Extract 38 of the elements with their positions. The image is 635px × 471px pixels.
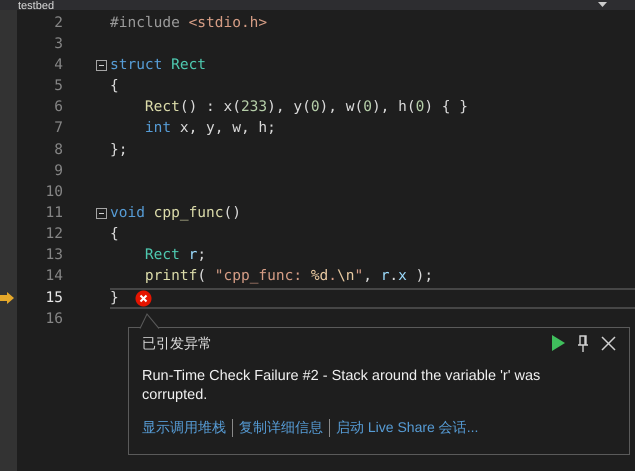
line-number: 6 [53, 98, 63, 118]
code-line: Rect r; [144, 246, 206, 266]
code-line: }; [110, 140, 128, 160]
line-number: 8 [53, 140, 63, 160]
popup-title: 已引发异常 [142, 334, 212, 352]
code-line: void cpp_func() [110, 204, 241, 223]
line-number: 12 [44, 225, 63, 244]
pin-icon[interactable] [577, 334, 589, 352]
collapse-icon[interactable] [96, 208, 107, 220]
line-number: 10 [44, 182, 63, 202]
code-line: int x, y, w, h; [144, 119, 276, 138]
line-number: 4 [53, 56, 63, 75]
code-line: { [110, 225, 119, 244]
exception-message: Run-Time Check Failure #2 - Stack around the variable 'r' was corrupted. [142, 367, 542, 405]
line-number: 11 [44, 204, 63, 223]
code-line: printf( "cpp_func: %d.\n", r.x ); [144, 267, 434, 286]
line-number: 5 [53, 77, 63, 96]
line-number: 15 [44, 288, 63, 308]
code-line: { [110, 77, 119, 96]
line-number: 9 [53, 162, 63, 181]
action-link[interactable]: 复制详细信息 [239, 417, 323, 438]
code-line: struct Rect [110, 56, 206, 75]
code-line: Rect() : x(233), y(0), w(0), h(0) { } [144, 98, 468, 118]
action-link[interactable]: 显示调用堆栈 [142, 417, 226, 438]
line-number: 16 [44, 310, 63, 329]
line-number: 14 [44, 267, 63, 286]
caret-icon[interactable] [598, 2, 607, 7]
code-line: #include <stdio.h> [110, 14, 268, 33]
tab-title[interactable]: testbed [18, 1, 54, 12]
line-number: 2 [53, 14, 63, 33]
continue-icon[interactable] [552, 335, 565, 351]
action-link[interactable]: 启动 Live Share 会话... [336, 417, 478, 438]
line-number: 13 [44, 246, 63, 266]
close-icon[interactable] [601, 336, 616, 350]
line-number: 7 [53, 119, 63, 138]
line-number: 3 [53, 34, 63, 54]
code-line: } [110, 288, 119, 308]
collapse-icon[interactable] [96, 60, 107, 72]
